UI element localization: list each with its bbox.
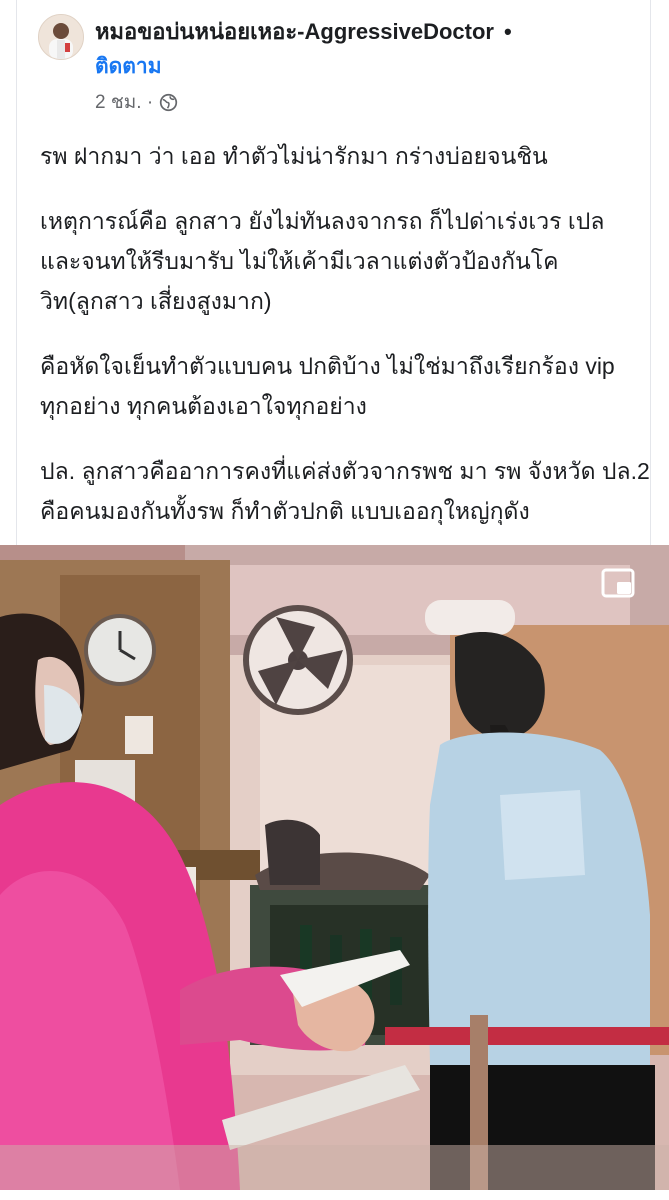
author-avatar[interactable] bbox=[38, 14, 84, 60]
card-border-right bbox=[650, 0, 651, 545]
post-body: รพ ฝากมา ว่า เออ ทำตัวไม่น่ารักมา กร่างบ… bbox=[40, 136, 650, 531]
globe-icon[interactable] bbox=[159, 93, 178, 112]
post-time[interactable]: 2 ชม. · bbox=[95, 87, 153, 117]
post-video[interactable] bbox=[0, 545, 669, 1190]
author-name[interactable]: หมอขอบ่นหน่อยเหอะ-AggressiveDoctor bbox=[95, 19, 494, 44]
post-paragraph-3: คือหัดใจเย็นทำตัวแบบคน ปกติบ้าง ไม่ใช่มา… bbox=[40, 353, 615, 419]
post-card: หมอขอบ่นหน่อยเหอะ-AggressiveDoctor • ติดต… bbox=[0, 0, 669, 1200]
header-separator: • bbox=[504, 19, 512, 44]
post-header: หมอขอบ่นหน่อยเหอะ-AggressiveDoctor • ติดต… bbox=[38, 12, 648, 122]
picture-in-picture-icon[interactable] bbox=[601, 567, 635, 599]
bottom-strip bbox=[0, 1190, 669, 1200]
post-paragraph-2: เหตุการณ์คือ ลูกสาว ยังไม่ทันลงจากรถ ก็ไ… bbox=[40, 208, 605, 314]
post-paragraph-1: รพ ฝากมา ว่า เออ ทำตัวไม่น่ารักมา กร่างบ… bbox=[40, 143, 548, 169]
follow-button[interactable]: ติดตาม bbox=[95, 52, 162, 82]
video-frame bbox=[0, 545, 669, 1190]
card-border-left bbox=[16, 0, 17, 545]
post-paragraph-4: ปล. ลูกสาวคืออาการคงที่แค่ส่งตัวจากรพช ม… bbox=[40, 458, 650, 524]
post-meta: 2 ชม. · bbox=[95, 88, 178, 116]
author-line: หมอขอบ่นหน่อยเหอะ-AggressiveDoctor • bbox=[95, 16, 655, 48]
